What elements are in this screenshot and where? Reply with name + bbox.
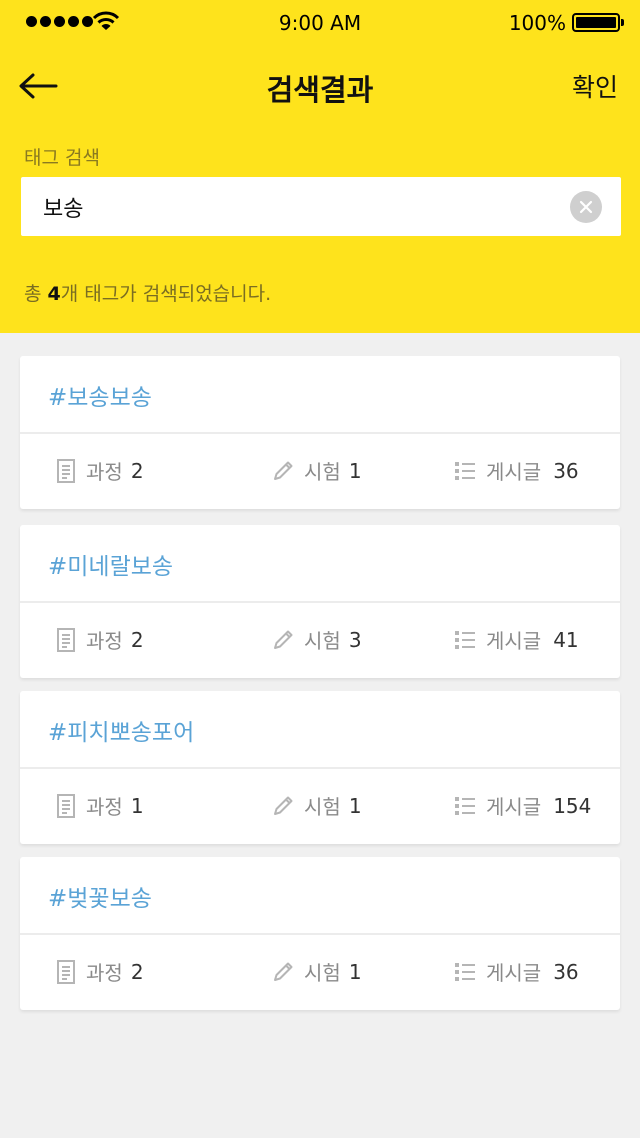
exam-stat: 시험 3 — [272, 625, 362, 654]
course-label: 과정 — [86, 795, 123, 819]
post-stat: 게시글 36 — [454, 957, 579, 986]
post-stat: 게시글 36 — [454, 456, 579, 485]
search-label: 태그 검색 — [24, 147, 100, 169]
status-bar: 9:00 AM 100% — [0, 0, 640, 44]
exam-count: 1 — [348, 458, 362, 483]
course-count: 2 — [130, 627, 144, 652]
close-icon — [579, 200, 593, 214]
back-button[interactable] — [16, 66, 60, 106]
list-icon — [455, 962, 475, 981]
header-area: 9:00 AM 100% 검색결과 확인 태그 검색 총 4개 태그가 검색되었… — [0, 0, 640, 333]
tag-card[interactable]: #벚꽃보송 과정 2 시험 1 게시글 36 — [20, 857, 620, 1010]
exam-count: 1 — [348, 793, 362, 818]
exam-label: 시험 — [304, 629, 341, 653]
exam-stat: 시험 1 — [272, 957, 362, 986]
clear-search-button[interactable] — [570, 191, 602, 223]
search-box — [21, 177, 621, 236]
course-stat: 과정 2 — [56, 957, 144, 986]
course-stat: 과정 2 — [56, 456, 144, 485]
page-title: 검색결과 — [266, 73, 374, 107]
course-count: 2 — [130, 959, 144, 984]
battery-icon — [572, 13, 624, 32]
post-count: 41 — [553, 627, 579, 652]
list-icon — [455, 461, 475, 480]
exam-label: 시험 — [304, 961, 341, 985]
exam-label: 시험 — [304, 795, 341, 819]
nav-bar: 검색결과 확인 — [0, 44, 640, 128]
post-label: 게시글 — [486, 961, 542, 985]
post-label: 게시글 — [486, 629, 542, 653]
course-count: 2 — [130, 458, 144, 483]
confirm-button[interactable]: 확인 — [572, 68, 618, 104]
document-icon — [57, 959, 75, 984]
tag-card[interactable]: #보송보송 과정 2 시험 1 게시글 36 — [20, 356, 620, 509]
divider — [20, 933, 620, 935]
tag-name[interactable]: #보송보송 — [48, 378, 152, 412]
document-icon — [57, 458, 75, 483]
post-stat: 게시글 154 — [454, 791, 591, 820]
exam-count: 3 — [348, 627, 362, 652]
pencil-icon — [274, 962, 293, 981]
post-stat: 게시글 41 — [454, 625, 579, 654]
document-icon — [57, 627, 75, 652]
result-summary: 총 4개 태그가 검색되었습니다. — [24, 279, 271, 306]
document-icon — [57, 793, 75, 818]
search-input[interactable] — [43, 177, 573, 236]
post-label: 게시글 — [486, 795, 542, 819]
tag-card[interactable]: #피치뽀송포어 과정 1 시험 1 게시글 154 — [20, 691, 620, 844]
exam-stat: 시험 1 — [272, 791, 362, 820]
post-label: 게시글 — [486, 460, 542, 484]
divider — [20, 432, 620, 434]
course-stat: 과정 1 — [56, 791, 144, 820]
exam-stat: 시험 1 — [272, 456, 362, 485]
course-label: 과정 — [86, 629, 123, 653]
result-count: 4 — [47, 283, 61, 305]
pencil-icon — [274, 630, 293, 649]
tag-name[interactable]: #벚꽃보송 — [48, 879, 152, 913]
exam-count: 1 — [348, 959, 362, 984]
post-count: 154 — [553, 793, 592, 818]
divider — [20, 601, 620, 603]
arrow-left-icon — [19, 73, 58, 99]
battery-percent: 100% — [508, 11, 566, 35]
list-icon — [455, 796, 475, 815]
course-count: 1 — [130, 793, 144, 818]
divider — [20, 767, 620, 769]
course-stat: 과정 2 — [56, 625, 144, 654]
tag-name[interactable]: #미네랄보송 — [48, 547, 173, 581]
pencil-icon — [274, 461, 293, 480]
result-prefix: 총 — [24, 283, 48, 305]
list-icon — [455, 630, 475, 649]
tag-name[interactable]: #피치뽀송포어 — [48, 713, 194, 747]
tag-card[interactable]: #미네랄보송 과정 2 시험 3 게시글 41 — [20, 525, 620, 678]
result-suffix: 개 태그가 검색되었습니다. — [60, 283, 272, 305]
post-count: 36 — [553, 959, 579, 984]
pencil-icon — [274, 796, 293, 815]
course-label: 과정 — [86, 460, 123, 484]
post-count: 36 — [553, 458, 579, 483]
course-label: 과정 — [86, 961, 123, 985]
exam-label: 시험 — [304, 460, 341, 484]
